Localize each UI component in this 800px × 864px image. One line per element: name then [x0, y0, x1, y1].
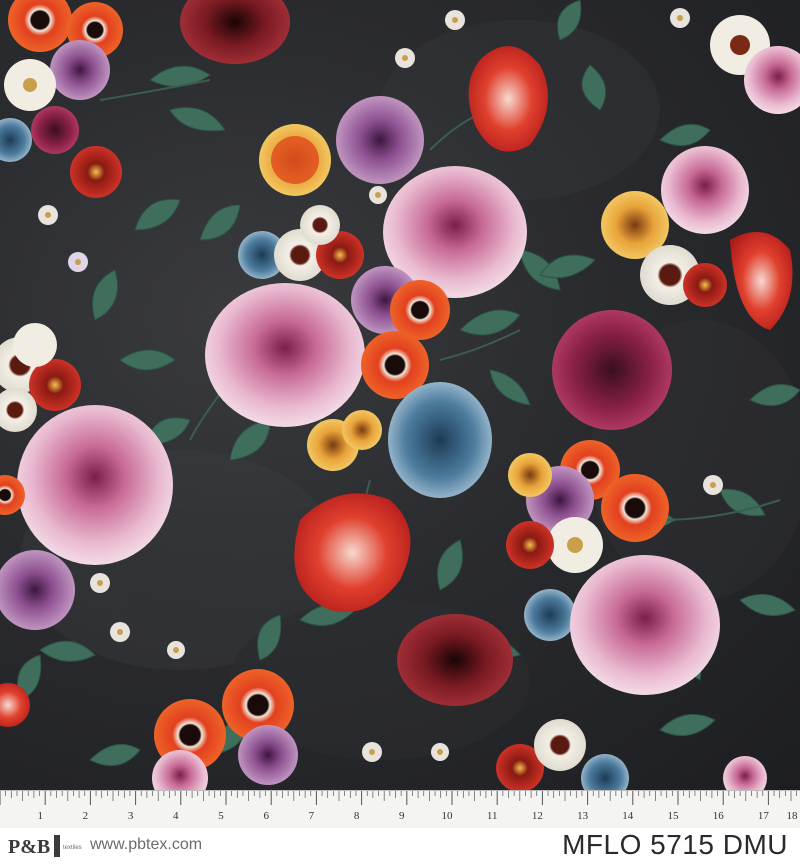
floral-fabric-image — [0, 0, 800, 790]
ruler-number: 10 — [442, 810, 454, 822]
website-url: www.pbtex.com — [90, 836, 203, 853]
svg-text:textiles: textiles — [63, 845, 82, 851]
svg-text:P&B: P&B — [8, 836, 50, 858]
magenta-dahlia — [552, 310, 672, 430]
ruler-number: 14 — [622, 810, 634, 822]
anemones-center — [351, 266, 450, 399]
ruler-ticks: 1 2 3 4 5 6 7 8 9 10 11 12 13 14 15 16 17 18 — [0, 791, 799, 822]
ruler-number: 6 — [263, 810, 269, 822]
ruler-number: 17 — [758, 810, 770, 822]
ruler-number: 16 — [713, 810, 725, 822]
ruler-number: 1 — [37, 810, 43, 822]
ruler-number: 15 — [668, 810, 680, 822]
ruler-number: 11 — [487, 810, 498, 822]
ruler-number: 2 — [83, 810, 89, 822]
pink-peony-center — [205, 283, 365, 427]
center-cluster — [238, 205, 364, 281]
orange-flower — [259, 124, 331, 196]
bottom-bouquet — [0, 669, 298, 790]
fabric-swatch-page: 1 2 3 4 5 6 7 8 9 10 11 12 13 14 15 16 17 18 P&B textiles… — [0, 0, 800, 864]
purple-poppy — [336, 96, 424, 184]
ruler-number: 12 — [532, 810, 543, 822]
ruler-number: 7 — [309, 810, 315, 822]
floral-pattern-art — [0, 0, 800, 790]
wine-flower-bottom — [397, 614, 513, 706]
blue-peony — [388, 382, 492, 498]
footer-bar: P&B textiles www.pbtex.com MFLO 5715 DMU — [0, 828, 800, 864]
bottom-right-cluster — [496, 719, 767, 790]
ruler-number: 18 — [787, 810, 799, 822]
ruler-number: 8 — [354, 810, 360, 822]
measurement-ruler: 1 2 3 4 5 6 7 8 9 10 11 12 13 14 15 16 17 18 — [0, 790, 800, 830]
wine-flower-top — [180, 0, 290, 64]
ruler-number: 9 — [399, 810, 405, 822]
pb-textiles-logo: P&B textiles — [6, 832, 84, 860]
ruler-number: 13 — [577, 810, 589, 822]
ruler-number: 5 — [218, 810, 224, 822]
red-tulip-center — [294, 493, 411, 612]
ruler-number: 4 — [173, 810, 179, 822]
product-code: MFLO 5715 DMU — [562, 829, 788, 860]
ruler-number: 3 — [128, 810, 134, 822]
